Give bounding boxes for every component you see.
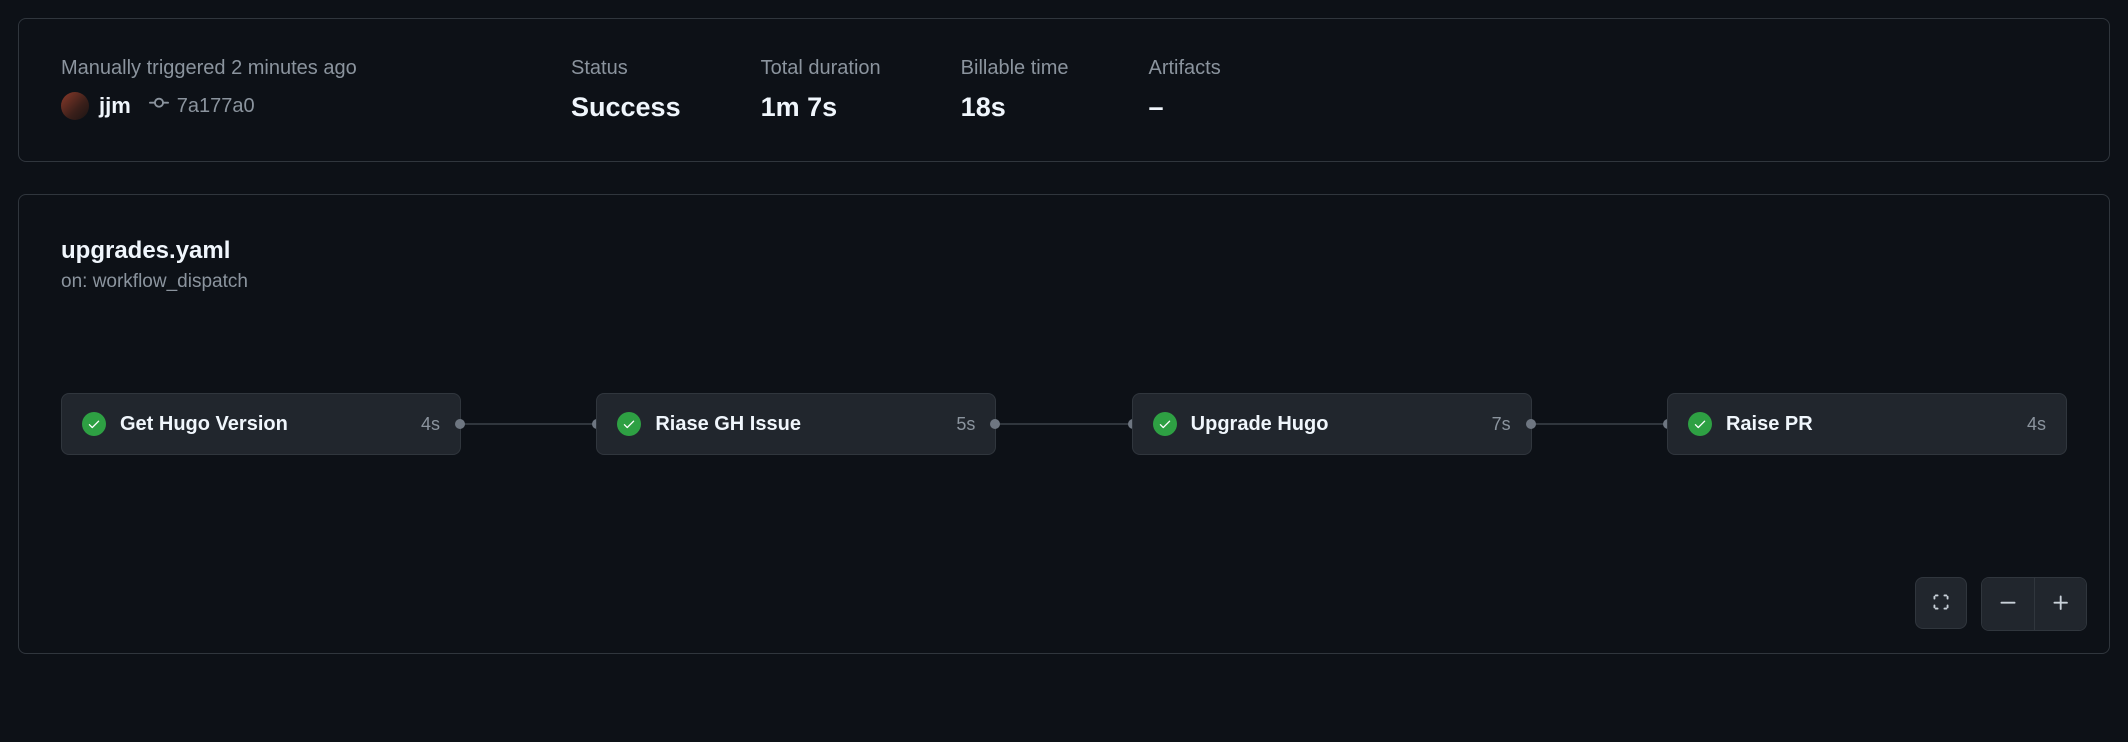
fullscreen-button[interactable]	[1915, 577, 1967, 629]
success-check-icon	[1688, 412, 1712, 436]
job-node[interactable]: Get Hugo Version 4s	[61, 393, 461, 455]
minus-icon	[1998, 593, 2018, 616]
success-check-icon	[82, 412, 106, 436]
billable-label: Billable time	[961, 57, 1069, 80]
job-node[interactable]: Raise PR 4s	[1667, 393, 2067, 455]
trigger-info: Manually triggered 2 minutes ago jjm 7a1…	[61, 57, 491, 123]
job-duration: 4s	[2027, 414, 2046, 435]
job-connector	[995, 423, 1132, 425]
status-col: Status Success	[571, 57, 681, 123]
artifacts-label: Artifacts	[1149, 57, 1221, 80]
plus-icon	[2051, 593, 2071, 616]
trigger-user-row: jjm 7a177a0	[61, 92, 491, 120]
artifacts-col: Artifacts –	[1149, 57, 1221, 123]
trigger-text: Manually triggered 2 minutes ago	[61, 57, 491, 80]
avatar[interactable]	[61, 92, 89, 120]
job-connector	[460, 423, 597, 425]
billable-value[interactable]: 18s	[961, 92, 1069, 123]
fullscreen-icon	[1931, 592, 1951, 615]
job-duration: 7s	[1492, 414, 1511, 435]
commit-link[interactable]: 7a177a0	[149, 93, 255, 119]
job-connector	[1531, 423, 1668, 425]
job-name: Get Hugo Version	[120, 413, 407, 436]
artifacts-value: –	[1149, 92, 1221, 123]
status-value: Success	[571, 92, 681, 123]
job-name: Raise PR	[1726, 413, 2013, 436]
job-node[interactable]: Upgrade Hugo 7s	[1132, 393, 1532, 455]
success-check-icon	[617, 412, 641, 436]
job-duration: 5s	[956, 414, 975, 435]
workflow-trigger-event: on: workflow_dispatch	[61, 271, 2067, 293]
zoom-controls	[1915, 577, 2087, 631]
username-link[interactable]: jjm	[99, 93, 131, 119]
run-summary-card: Manually triggered 2 minutes ago jjm 7a1…	[18, 18, 2110, 162]
workflow-file-name: upgrades.yaml	[61, 237, 2067, 265]
duration-value[interactable]: 1m 7s	[761, 92, 881, 123]
success-check-icon	[1153, 412, 1177, 436]
job-duration: 4s	[421, 414, 440, 435]
duration-label: Total duration	[761, 57, 881, 80]
zoom-out-button[interactable]	[1982, 578, 2034, 630]
billable-col: Billable time 18s	[961, 57, 1069, 123]
zoom-button-group	[1981, 577, 2087, 631]
jobs-graph[interactable]: Get Hugo Version 4s Riase GH Issue 5s Up…	[61, 393, 2067, 455]
status-label: Status	[571, 57, 681, 80]
job-node[interactable]: Riase GH Issue 5s	[596, 393, 996, 455]
commit-icon	[149, 93, 169, 119]
job-name: Upgrade Hugo	[1191, 413, 1478, 436]
commit-sha-text: 7a177a0	[177, 95, 255, 118]
duration-col: Total duration 1m 7s	[761, 57, 881, 123]
job-name: Riase GH Issue	[655, 413, 942, 436]
zoom-in-button[interactable]	[2034, 578, 2086, 630]
workflow-graph-card: upgrades.yaml on: workflow_dispatch Get …	[18, 194, 2110, 654]
